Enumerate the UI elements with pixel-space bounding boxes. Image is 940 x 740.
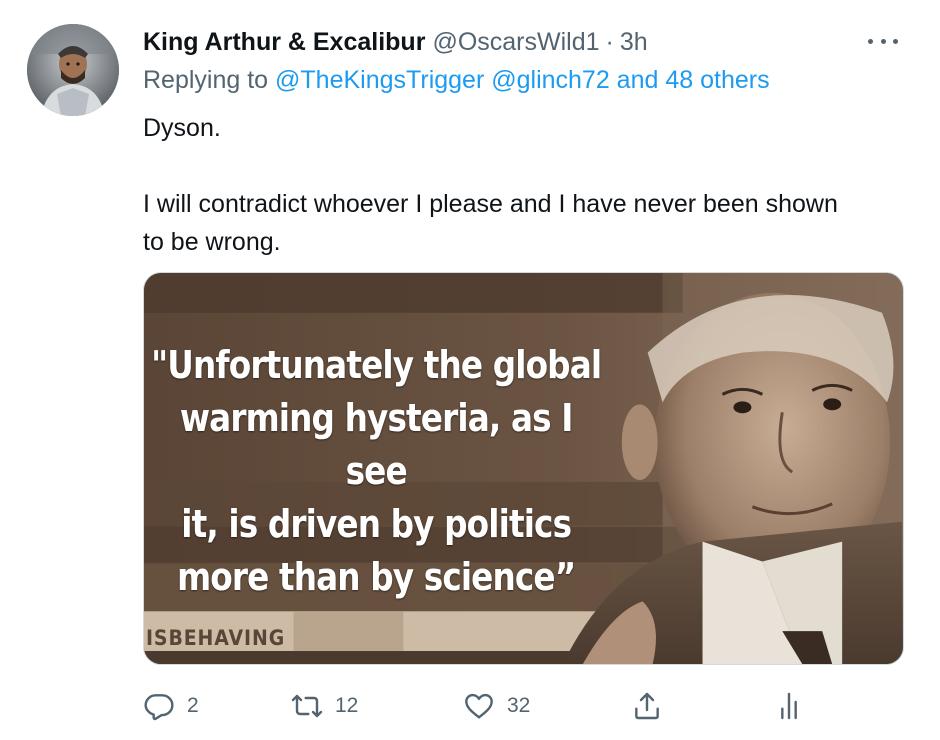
user-handle[interactable]: @OscarsWild1: [432, 28, 599, 57]
avatar[interactable]: [27, 24, 119, 116]
tweet: King Arthur & Excalibur @OscarsWild1 · 3…: [0, 0, 940, 740]
share-icon: [635, 692, 659, 720]
retweet-icon: [291, 694, 323, 718]
tweet-text-line: I will contradict whoever I please and I…: [143, 190, 838, 256]
retweet-button[interactable]: 12: [291, 684, 358, 728]
retweet-count: 12: [335, 694, 359, 717]
tweet-actions: 2 12 32: [143, 684, 843, 728]
more-horizontal-icon[interactable]: [862, 30, 904, 52]
like-count: 32: [507, 694, 531, 717]
heart-icon: [465, 693, 493, 719]
tweet-text-line: Dyson.: [143, 114, 221, 142]
reply-count: 2: [187, 694, 199, 717]
quote-line: it, is driven by politics: [181, 502, 572, 546]
timestamp[interactable]: 3h: [620, 28, 648, 57]
quote-line: more than by science”: [177, 555, 576, 599]
analytics-button[interactable]: [773, 684, 805, 728]
avatar-image: [27, 24, 119, 116]
reply-icon: [144, 694, 174, 721]
quote-text: "Unfortunately the global warming hyster…: [144, 339, 608, 604]
analytics-icon: [781, 692, 797, 720]
display-name[interactable]: King Arthur & Excalibur: [143, 28, 425, 57]
quote-line: "Unfortunately the global: [151, 343, 602, 387]
quote-line: warming hysteria, as I see: [179, 396, 574, 493]
tweet-image[interactable]: "Unfortunately the global warming hyster…: [143, 272, 904, 665]
like-button[interactable]: 32: [463, 684, 530, 728]
book-spine-title: ISBEHAVING: [146, 626, 286, 650]
tweet-text: Dyson. I will contradict whoever I pleas…: [143, 109, 863, 261]
replying-to-label: Replying to: [143, 66, 269, 94]
replying-to: Replying to @TheKingsTrigger @glinch72 a…: [143, 66, 770, 95]
reply-mentions-link[interactable]: @TheKingsTrigger @glinch72 and 48 others: [275, 66, 770, 94]
tweet-header: King Arthur & Excalibur @OscarsWild1 · 3…: [143, 26, 648, 58]
share-button[interactable]: [631, 684, 663, 728]
reply-button[interactable]: 2: [143, 684, 199, 728]
separator-dot: ·: [605, 27, 614, 56]
